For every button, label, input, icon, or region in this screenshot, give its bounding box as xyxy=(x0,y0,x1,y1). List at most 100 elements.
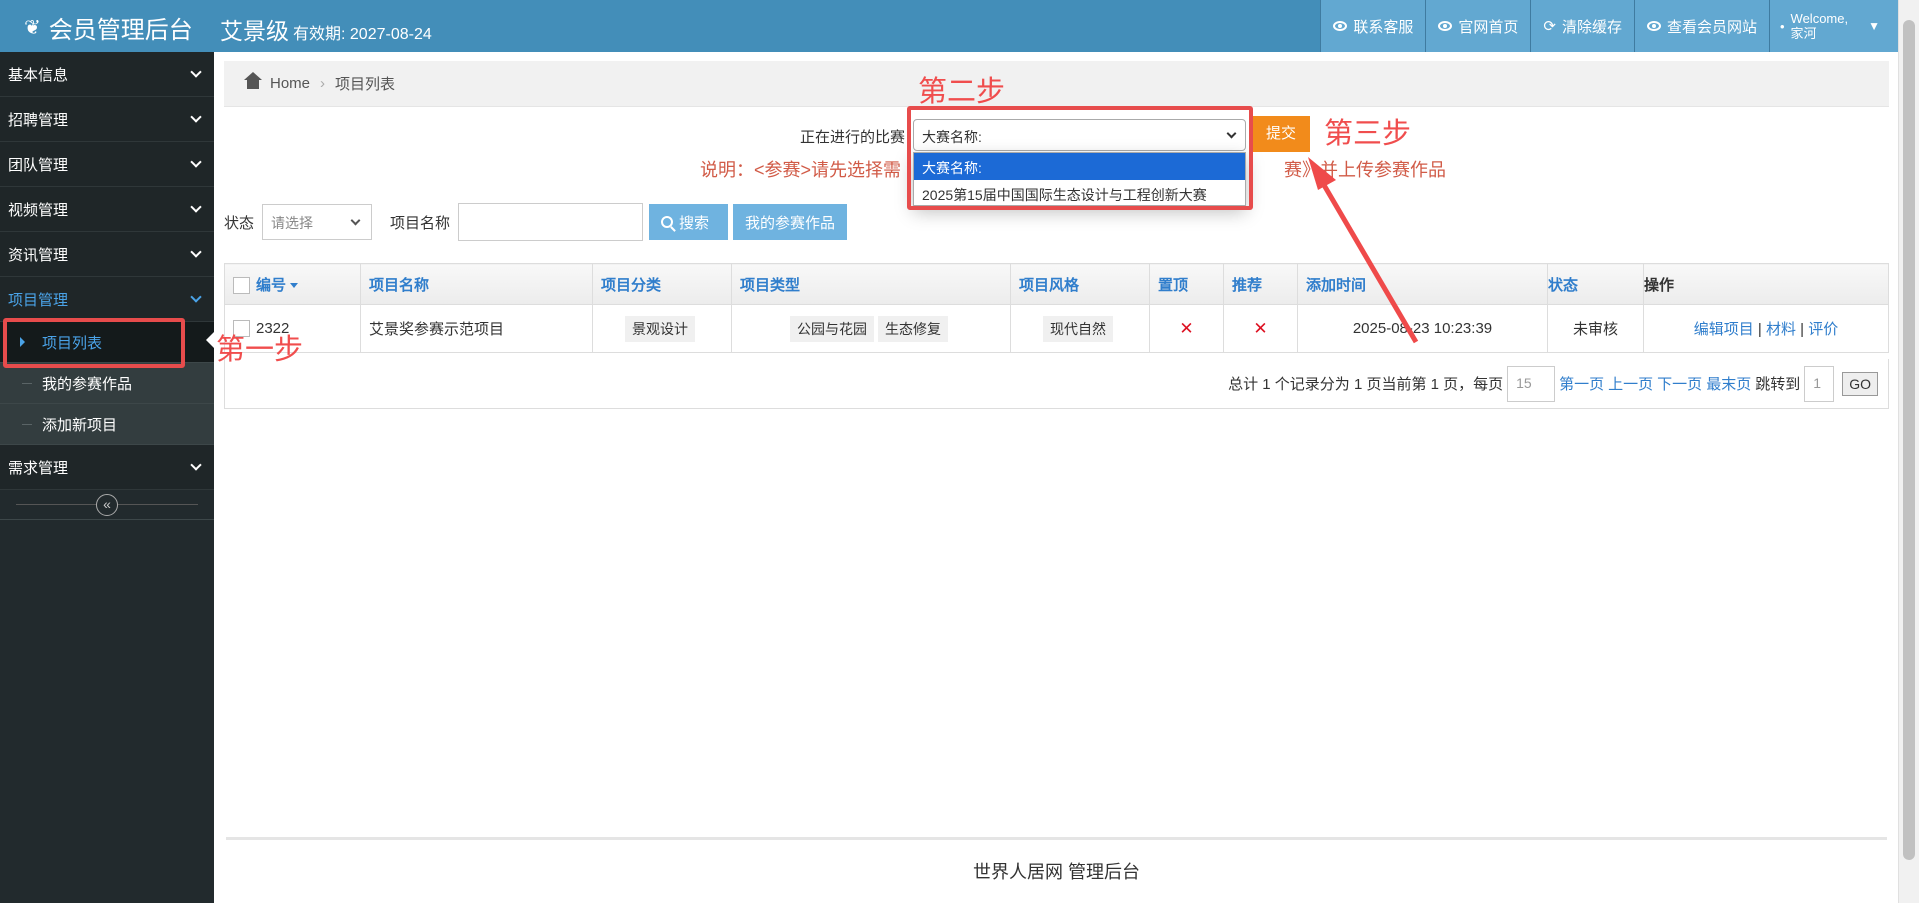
table-row: 2322 艾景奖参赛示范项目 景观设计 公园与花园 生态修复 现代自然 ✕ ✕ 2… xyxy=(224,304,1889,353)
breadcrumb-home[interactable]: Home xyxy=(270,75,310,92)
leaf-icon: ❦ xyxy=(24,17,41,39)
submit-button[interactable]: 提交 xyxy=(1252,116,1310,152)
chevron-down-icon xyxy=(190,66,202,78)
search-button[interactable]: 搜索 xyxy=(649,204,729,240)
submenu-label: 添加新项目 xyxy=(42,416,118,434)
cell-top: ✕ xyxy=(1149,304,1224,353)
project-name-input[interactable] xyxy=(458,203,644,241)
submenu-add-project[interactable]: 添加新项目 xyxy=(0,404,214,445)
home-icon xyxy=(244,71,262,91)
status-select[interactable]: 请选择 xyxy=(262,204,373,240)
step1-highlight xyxy=(3,318,185,368)
view-member-site-button[interactable]: 查看会员网站 xyxy=(1633,0,1769,52)
table-header-row: 编号 项目名称 项目分类 项目类型 项目风格 置顶 推荐 添加时间 状态 操作 xyxy=(224,263,1889,305)
col-time: 添加时间 xyxy=(1297,263,1548,305)
eye-icon xyxy=(1438,21,1453,31)
official-home-button[interactable]: 官网首页 xyxy=(1425,0,1531,52)
welcome-text: Welcome, xyxy=(1790,11,1849,26)
pager-summary: 总计 1 个记录分为 1 页当前第 1 页，每页 xyxy=(1228,376,1504,393)
sidebar-menu: 基本信息 招聘管理 团队管理 视频管理 资讯管理 项目管理 项目列表 我的参赛作… xyxy=(0,52,214,490)
prev-page-link[interactable]: 上一页 xyxy=(1608,373,1653,394)
sidebar-item-label: 招聘管理 xyxy=(8,111,69,129)
materials-link[interactable]: 材料 xyxy=(1766,321,1796,338)
select-all-checkbox[interactable] xyxy=(233,277,250,295)
top-navbar: ❦ 会员管理后台 艾景级 有效期: 2027-08-24 联系客服 官网首页 ⟳ 清… xyxy=(0,0,1919,52)
col-top: 置顶 xyxy=(1149,263,1224,305)
sidebar-item-video[interactable]: 视频管理 xyxy=(0,187,214,232)
sidebar-item-team[interactable]: 团队管理 xyxy=(0,142,214,187)
collapse-sidebar-icon[interactable]: « xyxy=(96,494,118,516)
instruction-note: 说明：<参赛>请先选择需 赛》并上传参赛作品 xyxy=(700,156,1446,182)
cell-actions: 编辑项目 | 材料 | 评价 xyxy=(1643,304,1889,353)
close-icon[interactable]: ✕ xyxy=(1253,319,1267,338)
cell-type: 公园与花园 生态修复 xyxy=(731,304,1011,353)
per-page-input[interactable]: 15 xyxy=(1507,365,1556,402)
last-page-link[interactable]: 最末页 xyxy=(1706,373,1751,394)
first-page-link[interactable]: 第一页 xyxy=(1559,373,1604,394)
cell-recommend: ✕ xyxy=(1223,304,1298,353)
edit-project-link[interactable]: 编辑项目 xyxy=(1694,321,1754,338)
breadcrumb: Home › 项目列表 xyxy=(224,61,1889,107)
user-menu[interactable]: • Welcome, 家河 ▼ xyxy=(1768,0,1898,52)
brand[interactable]: ❦ 会员管理后台 xyxy=(24,10,193,45)
col-actions: 操作 xyxy=(1643,263,1889,305)
search-icon xyxy=(661,216,674,228)
page-scrollbar[interactable] xyxy=(1898,0,1919,903)
sidebar-item-label: 视频管理 xyxy=(8,201,69,219)
chevron-down-icon xyxy=(190,201,202,213)
sidebar-collapse: « xyxy=(0,490,214,520)
project-name-label: 项目名称 xyxy=(390,214,451,232)
contact-service-label: 联系客服 xyxy=(1353,18,1414,36)
step2-label: 第二步 xyxy=(918,76,1006,108)
type-tag: 生态修复 xyxy=(878,315,948,342)
breadcrumb-separator: › xyxy=(320,75,326,92)
sidebar-item-recruitment[interactable]: 招聘管理 xyxy=(0,97,214,142)
jump-page-input[interactable]: 1 xyxy=(1804,365,1835,402)
eye-icon xyxy=(1333,21,1348,31)
sort-desc-icon xyxy=(290,283,299,292)
col-status: 状态 xyxy=(1547,263,1644,305)
next-page-link[interactable]: 下一页 xyxy=(1657,373,1702,394)
top-actions: 联系客服 官网首页 ⟳ 清除缓存 查看会员网站 • Welcome, 家河 ▼ xyxy=(1320,0,1898,52)
brand-title: 会员管理后台 xyxy=(48,17,193,44)
breadcrumb-current: 项目列表 xyxy=(335,76,396,93)
submenu-my-entries[interactable]: 我的参赛作品 xyxy=(0,363,214,404)
sidebar-item-news[interactable]: 资讯管理 xyxy=(0,232,214,277)
chevron-down-icon xyxy=(350,215,361,226)
col-id-label: 编号 xyxy=(256,276,287,294)
note-end: 赛》并上传参赛作品 xyxy=(1284,160,1446,180)
clear-cache-label: 清除缓存 xyxy=(1561,18,1622,36)
sidebar-item-label: 资讯管理 xyxy=(8,246,69,264)
refresh-icon: ⟳ xyxy=(1543,18,1556,35)
sidebar-item-projects[interactable]: 项目管理 xyxy=(0,277,214,322)
close-icon[interactable]: ✕ xyxy=(1179,319,1193,338)
view-member-site-label: 查看会员网站 xyxy=(1666,18,1757,36)
dot-icon: • xyxy=(1779,18,1785,34)
my-entries-button[interactable]: 我的参赛作品 xyxy=(733,204,848,240)
cell-style: 现代自然 xyxy=(1010,304,1150,353)
eye-icon xyxy=(1646,21,1661,31)
chevron-down-icon xyxy=(190,246,202,258)
project-table: 编号 项目名称 项目分类 项目类型 项目风格 置顶 推荐 添加时间 状态 操作 … xyxy=(224,263,1889,353)
review-link[interactable]: 评价 xyxy=(1808,321,1838,338)
type-tag: 公园与花园 xyxy=(790,315,874,342)
scrollbar-thumb[interactable] xyxy=(1903,20,1915,860)
category-tag: 景观设计 xyxy=(625,315,695,342)
user-info: Welcome, 家河 xyxy=(1791,11,1849,41)
style-tag: 现代自然 xyxy=(1043,315,1113,342)
member-level-name: 艾景级 xyxy=(220,18,289,44)
clear-cache-button[interactable]: ⟳ 清除缓存 xyxy=(1530,0,1634,52)
col-category: 项目分类 xyxy=(592,263,732,305)
step2-highlight xyxy=(907,106,1253,210)
step1-label: 第一步 xyxy=(216,334,304,366)
pagination: 总计 1 个记录分为 1 页当前第 1 页，每页 15 第一页 上一页 下一页 … xyxy=(224,359,1889,409)
cell-time: 2025-08-23 10:23:39 xyxy=(1297,304,1548,353)
go-button[interactable]: GO xyxy=(1842,371,1878,396)
username: 家河 xyxy=(1790,26,1817,41)
filter-bar: 状态 请选择 项目名称 搜索 我的参赛作品 xyxy=(224,203,848,241)
col-id[interactable]: 编号 xyxy=(224,263,361,305)
sidebar-item-demand[interactable]: 需求管理 xyxy=(0,445,214,490)
sidebar-item-basic-info[interactable]: 基本信息 xyxy=(0,52,214,97)
note-start: 说明：<参赛>请先选择需 xyxy=(700,160,902,180)
contact-service-button[interactable]: 联系客服 xyxy=(1320,0,1426,52)
